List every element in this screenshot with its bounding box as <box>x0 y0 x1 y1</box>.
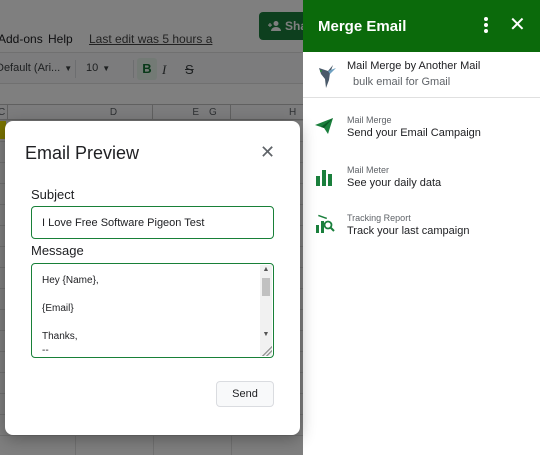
close-icon[interactable]: ✕ <box>260 143 275 161</box>
subject-label: Subject <box>31 187 75 202</box>
panel-item-mail-merge[interactable]: Mail Merge Send your Email Campaign <box>303 108 540 156</box>
hummingbird-logo-icon <box>315 62 339 88</box>
scrollbar-thumb[interactable] <box>262 278 270 296</box>
panel-item-label: Send your Email Campaign <box>347 127 481 139</box>
panel-item-category: Mail Merge <box>347 115 392 125</box>
resize-handle-icon[interactable] <box>262 346 272 356</box>
message-body: Hey {Name}, {Email} Thanks, -- <box>42 274 257 357</box>
message-line: Thanks, <box>42 331 78 342</box>
panel-title: Merge Email <box>318 18 407 35</box>
panel-item-category: Mail Meter <box>347 165 390 175</box>
message-line <box>42 316 257 330</box>
close-icon[interactable]: ✕ <box>509 15 526 35</box>
scroll-down-arrow-icon[interactable]: ▼ <box>260 330 272 340</box>
app-logo-item: Mail Merge by Another Mail bulk email fo… <box>303 52 540 98</box>
more-vert-icon[interactable] <box>481 17 491 35</box>
panel-item-mail-meter[interactable]: Mail Meter See your daily data <box>303 158 540 206</box>
app-name: Mail Merge by Another Mail <box>347 60 481 72</box>
panel-item-label: See your daily data <box>347 177 442 189</box>
message-label: Message <box>31 243 84 258</box>
message-line <box>42 288 257 302</box>
panel-item-label: Track your last campaign <box>347 225 470 237</box>
message-line: Hey {Name}, <box>42 275 99 286</box>
message-textarea[interactable]: Hey {Name}, {Email} Thanks, -- ▲ ▼ <box>31 263 274 358</box>
message-line: -- <box>42 345 49 356</box>
subject-input[interactable] <box>31 206 274 239</box>
merge-email-panel: Merge Email ✕ Mail Merge by Another Mail… <box>303 0 540 455</box>
bar-chart-icon <box>315 168 339 192</box>
message-line: {Email} <box>42 303 74 314</box>
panel-item-tracking-report[interactable]: Tracking Report Track your last campaign <box>303 206 540 254</box>
email-preview-dialog: Email Preview ✕ Subject Message Hey {Nam… <box>5 121 300 435</box>
message-scrollbar[interactable]: ▲ ▼ <box>260 265 272 356</box>
app-tagline: bulk email for Gmail <box>353 76 451 88</box>
send-button[interactable]: Send <box>216 381 274 407</box>
panel-item-category: Tracking Report <box>347 213 411 223</box>
scroll-up-arrow-icon[interactable]: ▲ <box>260 265 272 275</box>
dialog-title: Email Preview <box>25 143 140 163</box>
panel-header: Merge Email ✕ <box>303 0 540 52</box>
tracking-chart-icon <box>315 214 339 238</box>
send-icon <box>315 118 339 142</box>
